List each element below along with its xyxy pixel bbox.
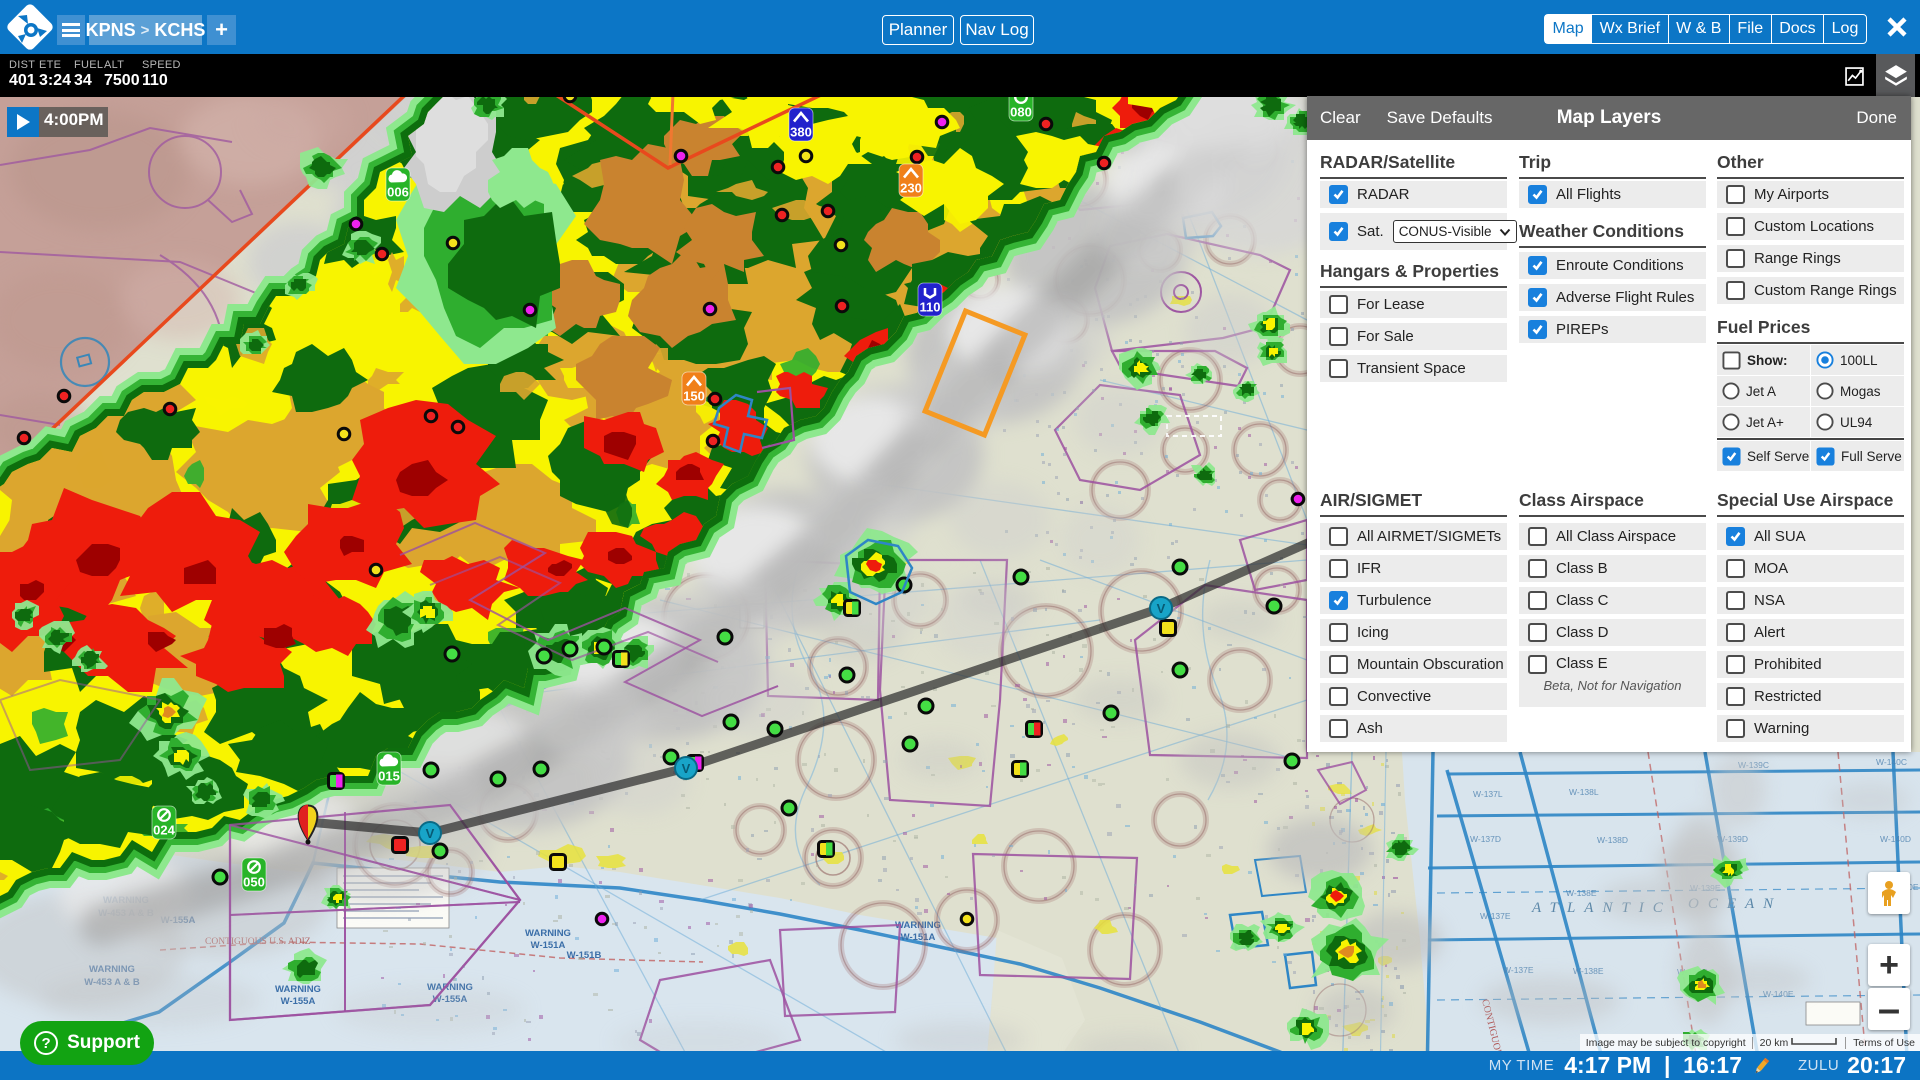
- svg-text:024: 024: [153, 823, 175, 838]
- svg-text:W-137E: W-137E: [1480, 911, 1511, 921]
- svg-text:W-137L: W-137L: [1473, 789, 1503, 799]
- svg-text:006: 006: [387, 185, 409, 200]
- svg-text:W-138E: W-138E: [1573, 966, 1604, 976]
- svg-text:W-138D: W-138D: [1597, 835, 1628, 845]
- svg-text:W-140C: W-140C: [1876, 757, 1907, 767]
- svg-text:W-138E: W-138E: [1566, 888, 1597, 898]
- svg-text:V: V: [426, 826, 435, 841]
- svg-text:015: 015: [378, 769, 400, 784]
- svg-text:W-151B: W-151B: [567, 950, 602, 961]
- svg-text:V: V: [682, 761, 691, 776]
- svg-text:W-151A: W-151A: [901, 932, 936, 943]
- svg-text:W-138L: W-138L: [1569, 787, 1599, 797]
- svg-text:V: V: [1157, 601, 1166, 616]
- svg-text:110: 110: [920, 300, 941, 315]
- svg-text:150: 150: [683, 389, 705, 404]
- svg-text:WARNING: WARNING: [275, 984, 321, 995]
- svg-text:380: 380: [790, 125, 812, 140]
- svg-text:W-155A: W-155A: [281, 996, 316, 1007]
- svg-text:W-137E: W-137E: [1503, 965, 1534, 975]
- svg-text:230: 230: [900, 181, 922, 196]
- svg-text:WARNING: WARNING: [525, 928, 571, 939]
- svg-text:W-137D: W-137D: [1470, 834, 1501, 844]
- svg-text:W-140D: W-140D: [1880, 834, 1911, 844]
- svg-text:080: 080: [1010, 105, 1032, 120]
- svg-text:050: 050: [243, 875, 265, 890]
